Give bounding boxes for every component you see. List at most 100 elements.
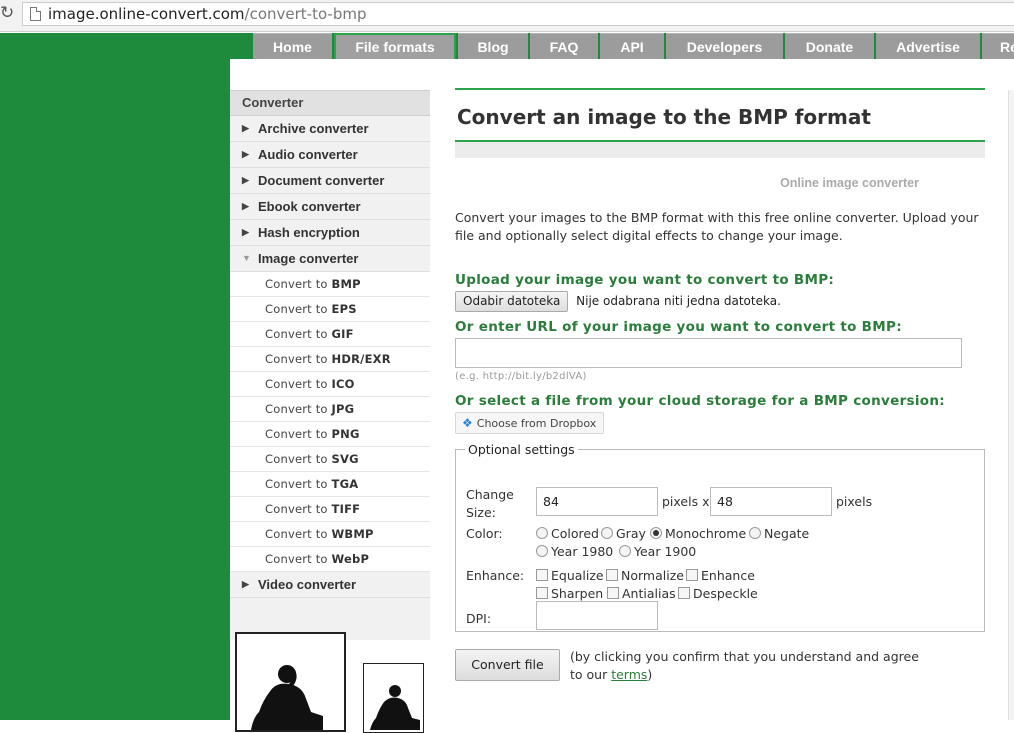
checkbox[interactable] xyxy=(606,569,618,581)
site-background-left xyxy=(0,33,230,720)
sidebar-item-archive-converter[interactable]: ▶ Archive converter xyxy=(230,116,430,142)
option-label: Normalize xyxy=(621,568,684,583)
sidebar-item-ebook-converter[interactable]: ▶ Ebook converter xyxy=(230,194,430,220)
tab-developers[interactable]: Developers xyxy=(666,33,783,59)
tab-home[interactable]: Home xyxy=(253,33,332,59)
color-option-monochrome[interactable]: Monochrome xyxy=(650,526,746,541)
width-input[interactable]: 84 xyxy=(536,487,658,516)
sidebar-subitem-png[interactable]: Convert to PNG xyxy=(230,422,430,447)
convert-file-button[interactable]: Convert file xyxy=(455,649,560,681)
radio-button[interactable] xyxy=(601,527,613,539)
subitem-format: WebP xyxy=(331,552,370,566)
sidebar-item-audio-converter[interactable]: ▶ Audio converter xyxy=(230,142,430,168)
sidebar-item-label: Document converter xyxy=(258,173,385,188)
subitem-format: TIFF xyxy=(331,502,361,516)
converter-sidebar: Converter ▶ Archive converter ▶ Audio conve… xyxy=(230,90,430,640)
terms-notice-line1: (by clicking you confirm that you unders… xyxy=(570,649,919,664)
sidebar-subitem-jpg[interactable]: Convert to JPG xyxy=(230,397,430,422)
enhance-option-antialias[interactable]: Antialias xyxy=(607,586,676,601)
ad-image-small[interactable] xyxy=(363,663,424,733)
sidebar-subitem-tiff[interactable]: Convert to TIFF xyxy=(230,497,430,522)
tab-more[interactable]: Re xyxy=(982,33,1014,59)
color-option-year-1900[interactable]: Year 1900 xyxy=(619,544,696,559)
triangle-right-icon: ▶ xyxy=(242,227,249,237)
checkbox[interactable] xyxy=(607,587,619,599)
cloud-label: Or select a file from your cloud storage… xyxy=(455,393,945,409)
subitem-prefix: Convert to xyxy=(265,377,328,391)
radio-button[interactable] xyxy=(749,527,761,539)
enhance-option-equalize[interactable]: Equalize xyxy=(536,568,604,583)
terms-close-paren: ) xyxy=(647,667,653,682)
radio-button-selected[interactable] xyxy=(650,527,662,539)
sidebar-item-hash-encryption[interactable]: ▶ Hash encryption xyxy=(230,220,430,246)
image-url-input[interactable] xyxy=(455,338,962,368)
tab-donate[interactable]: Donate xyxy=(785,33,874,59)
sidebar-item-document-converter[interactable]: ▶ Document converter xyxy=(230,168,430,194)
color-option-gray[interactable]: Gray xyxy=(601,526,646,541)
sidebar-item-label: Archive converter xyxy=(258,121,369,136)
radio-button[interactable] xyxy=(536,545,548,557)
sidebar-subitem-hdr-exr[interactable]: Convert to HDR/EXR xyxy=(230,347,430,372)
sitting-person-icon xyxy=(251,665,323,730)
subitem-format: GIF xyxy=(331,327,354,341)
ad-image-large[interactable] xyxy=(235,632,346,732)
url-box[interactable]: image.online-convert.com/convert-to-bmp xyxy=(22,2,1014,26)
sidebar-subitem-webp[interactable]: Convert to WebP xyxy=(230,547,430,572)
size-label-line1: Change xyxy=(466,487,514,502)
enhance-option-despeckle[interactable]: Despeckle xyxy=(678,586,758,601)
sitting-person-icon xyxy=(370,685,420,730)
checkbox[interactable] xyxy=(686,569,698,581)
tab-advertise[interactable]: Advertise xyxy=(876,33,980,59)
enhance-option-enhance[interactable]: Enhance xyxy=(686,568,755,583)
reload-icon[interactable]: ↻ xyxy=(0,3,14,23)
checkbox[interactable] xyxy=(678,587,690,599)
tab-blog[interactable]: Blog xyxy=(458,33,528,59)
color-option-negate[interactable]: Negate xyxy=(749,526,809,541)
sidebar-subitem-eps[interactable]: Convert to EPS xyxy=(230,297,430,322)
color-option-colored[interactable]: Colored xyxy=(536,526,599,541)
dpi-label: DPI: xyxy=(466,611,492,626)
browser-address-bar: ↻ image.online-convert.com/convert-to-bm… xyxy=(0,0,1014,32)
tab-faq[interactable]: FAQ xyxy=(530,33,598,59)
color-option-year-1980[interactable]: Year 1980 xyxy=(536,544,613,559)
subitem-format: HDR/EXR xyxy=(331,352,391,366)
color-label: Color: xyxy=(466,526,503,541)
sidebar-subitem-ico[interactable]: Convert to ICO xyxy=(230,372,430,397)
intro-text: Convert your images to the BMP format wi… xyxy=(455,210,979,243)
enhance-option-sharpen[interactable]: Sharpen xyxy=(536,586,603,601)
terms-notice: (by clicking you confirm that you unders… xyxy=(570,648,919,684)
sidebar-subitem-tga[interactable]: Convert to TGA xyxy=(230,472,430,497)
checkbox[interactable] xyxy=(536,587,548,599)
tab-api[interactable]: API xyxy=(600,33,664,59)
height-input[interactable]: 48 xyxy=(710,487,832,516)
dpi-input[interactable] xyxy=(536,601,658,630)
sidebar-subitem-wbmp[interactable]: Convert to WBMP xyxy=(230,522,430,547)
main-content: Convert an image to the BMP format Onlin… xyxy=(455,88,985,245)
dropbox-label: Choose from Dropbox xyxy=(476,417,597,430)
url-path: /convert-to-bmp xyxy=(244,5,367,23)
subitem-format: WBMP xyxy=(331,527,374,541)
subitem-prefix: Convert to xyxy=(265,527,328,541)
sidebar-subitem-svg[interactable]: Convert to SVG xyxy=(230,447,430,472)
sidebar-subitem-bmp[interactable]: Convert to BMP xyxy=(230,272,430,297)
sidebar-item-image-converter[interactable]: ▼ Image converter xyxy=(230,246,430,272)
checkbox[interactable] xyxy=(536,569,548,581)
sidebar-item-video-converter[interactable]: ▶ Video converter xyxy=(230,572,430,598)
option-label: Monochrome xyxy=(665,526,747,541)
subitem-prefix: Convert to xyxy=(265,352,328,366)
pixels-label: pixels xyxy=(836,494,873,509)
terms-link[interactable]: terms xyxy=(611,667,647,682)
radio-button[interactable] xyxy=(619,545,631,557)
sidebar-subitem-gif[interactable]: Convert to GIF xyxy=(230,322,430,347)
tab-file-formats[interactable]: File formats xyxy=(334,33,456,59)
sidebar-header: Converter xyxy=(230,90,430,116)
gray-bar xyxy=(455,142,985,158)
dropbox-button[interactable]: ❖ Choose from Dropbox xyxy=(455,412,605,434)
optional-settings-legend: Optional settings xyxy=(468,442,575,457)
enhance-option-normalize[interactable]: Normalize xyxy=(606,568,684,583)
url-text[interactable]: image.online-convert.com/convert-to-bmp xyxy=(48,5,367,23)
triangle-right-icon: ▶ xyxy=(242,579,249,589)
radio-button[interactable] xyxy=(536,527,548,539)
triangle-right-icon: ▶ xyxy=(242,175,249,185)
choose-file-button[interactable]: Odabir datoteka xyxy=(455,291,569,312)
